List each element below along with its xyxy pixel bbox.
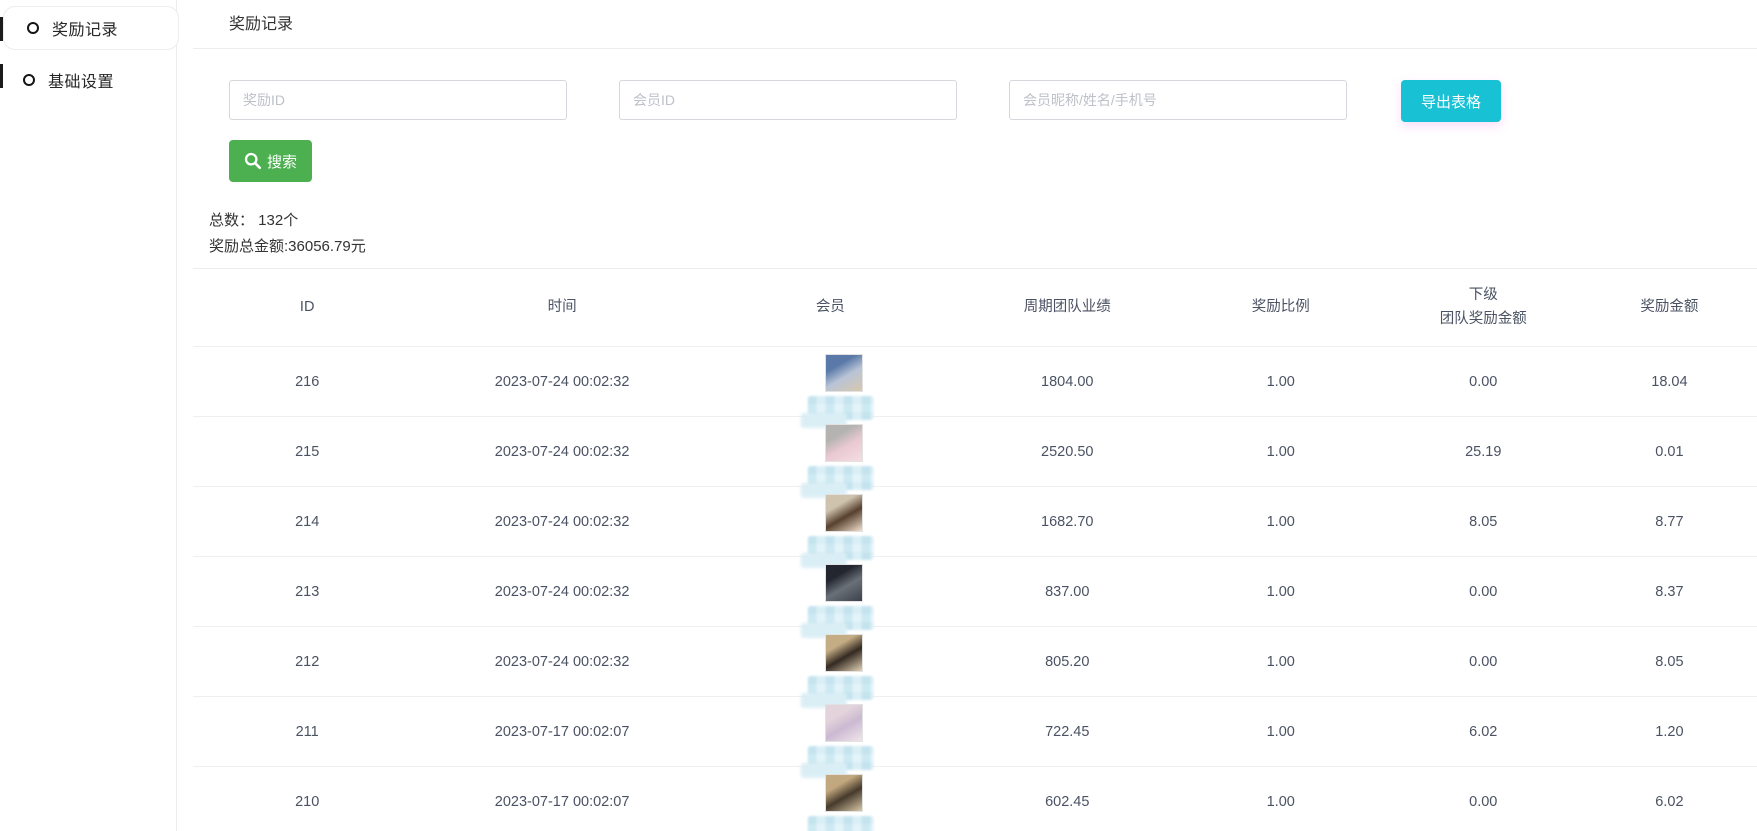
member-avatar[interactable] bbox=[825, 564, 863, 602]
col-header-team-performance: 周期团队业绩 bbox=[958, 269, 1177, 347]
col-header-member: 会员 bbox=[703, 269, 958, 347]
member-avatar[interactable] bbox=[825, 774, 863, 812]
member-avatar[interactable] bbox=[825, 424, 863, 462]
col-header-reward-amount: 奖励金额 bbox=[1582, 269, 1757, 347]
cell-member bbox=[703, 627, 958, 697]
cell-amount: 8.37 bbox=[1582, 557, 1757, 627]
cell-performance: 837.00 bbox=[958, 557, 1177, 627]
cell-performance: 1682.70 bbox=[958, 487, 1177, 557]
reward-id-input[interactable] bbox=[229, 80, 567, 120]
cell-amount: 6.02 bbox=[1582, 767, 1757, 831]
cell-id: 216 bbox=[193, 347, 421, 417]
cell-id: 210 bbox=[193, 767, 421, 831]
cell-performance: 722.45 bbox=[958, 697, 1177, 767]
cell-sub-amount: 0.00 bbox=[1385, 347, 1582, 417]
cell-amount: 18.04 bbox=[1582, 347, 1757, 417]
cell-id: 211 bbox=[193, 697, 421, 767]
cell-amount: 1.20 bbox=[1582, 697, 1757, 767]
cell-sub-amount: 0.00 bbox=[1385, 767, 1582, 831]
table-header-row: ID 时间 会员 周期团队业绩 奖励比例 下级 团队奖励金额 奖励金额 bbox=[193, 269, 1757, 347]
export-table-button[interactable]: 导出表格 bbox=[1401, 80, 1501, 122]
table-row: 210 2023-07-17 00:02:07 602.45 1.00 0.00… bbox=[193, 767, 1757, 831]
search-icon bbox=[244, 152, 262, 170]
table-row: 212 2023-07-24 00:02:32 805.20 1.00 0.00… bbox=[193, 627, 1757, 697]
member-avatar[interactable] bbox=[825, 354, 863, 392]
member-avatar[interactable] bbox=[825, 704, 863, 742]
cell-member bbox=[703, 557, 958, 627]
member-id-input[interactable] bbox=[619, 80, 957, 120]
cell-time: 2023-07-24 00:02:32 bbox=[421, 557, 703, 627]
sidebar-item-basic-settings[interactable]: 基础设置 bbox=[0, 58, 176, 102]
member-avatar[interactable] bbox=[825, 494, 863, 532]
member-info-input[interactable] bbox=[1009, 80, 1347, 120]
sidebar-item-reward-records[interactable]: 奖励记录 bbox=[3, 6, 179, 50]
circle-icon bbox=[27, 22, 39, 34]
cell-id: 215 bbox=[193, 417, 421, 487]
cell-member bbox=[703, 487, 958, 557]
cell-performance: 1804.00 bbox=[958, 347, 1177, 417]
cell-performance: 805.20 bbox=[958, 627, 1177, 697]
cell-member bbox=[703, 347, 958, 417]
summary-total-amount: 奖励总金额:36056.79元 bbox=[209, 234, 1757, 260]
search-button-label: 搜索 bbox=[267, 151, 297, 172]
filter-bar: 导出表格 bbox=[229, 80, 1757, 122]
main-content: 奖励记录 导出表格 搜索 总数： 132个 奖励总金额:36056.79元 bbox=[177, 0, 1757, 831]
cell-member bbox=[703, 767, 958, 831]
cell-sub-amount: 0.00 bbox=[1385, 557, 1582, 627]
rewards-table-wrap: ID 时间 会员 周期团队业绩 奖励比例 下级 团队奖励金额 奖励金额 216 … bbox=[193, 268, 1757, 831]
cell-time: 2023-07-24 00:02:32 bbox=[421, 417, 703, 487]
rewards-table: ID 时间 会员 周期团队业绩 奖励比例 下级 团队奖励金额 奖励金额 216 … bbox=[193, 268, 1757, 831]
cell-sub-amount: 8.05 bbox=[1385, 487, 1582, 557]
cell-member bbox=[703, 697, 958, 767]
cell-ratio: 1.00 bbox=[1177, 487, 1385, 557]
circle-icon bbox=[23, 74, 35, 86]
cell-amount: 8.05 bbox=[1582, 627, 1757, 697]
censored-member-name bbox=[808, 816, 874, 831]
sidebar-item-label: 奖励记录 bbox=[52, 16, 118, 40]
cell-time: 2023-07-17 00:02:07 bbox=[421, 697, 703, 767]
cell-id: 213 bbox=[193, 557, 421, 627]
cell-ratio: 1.00 bbox=[1177, 417, 1385, 487]
search-row: 搜索 bbox=[229, 140, 1757, 182]
col-header-reward-ratio: 奖励比例 bbox=[1177, 269, 1385, 347]
cell-member bbox=[703, 417, 958, 487]
search-button[interactable]: 搜索 bbox=[229, 140, 312, 182]
col-header-time: 时间 bbox=[421, 269, 703, 347]
cell-amount: 8.77 bbox=[1582, 487, 1757, 557]
cell-ratio: 1.00 bbox=[1177, 627, 1385, 697]
cell-ratio: 1.00 bbox=[1177, 697, 1385, 767]
table-row: 213 2023-07-24 00:02:32 837.00 1.00 0.00… bbox=[193, 557, 1757, 627]
summary-total-count: 总数： 132个 bbox=[209, 208, 1757, 234]
page-title: 奖励记录 bbox=[193, 0, 1757, 49]
cell-time: 2023-07-24 00:02:32 bbox=[421, 627, 703, 697]
table-row: 216 2023-07-24 00:02:32 1804.00 1.00 0.0… bbox=[193, 347, 1757, 417]
col-header-id: ID bbox=[193, 269, 421, 347]
cell-ratio: 1.00 bbox=[1177, 557, 1385, 627]
sidebar-item-label: 基础设置 bbox=[48, 68, 114, 92]
cell-performance: 2520.50 bbox=[958, 417, 1177, 487]
cell-time: 2023-07-24 00:02:32 bbox=[421, 347, 703, 417]
cell-id: 214 bbox=[193, 487, 421, 557]
cell-ratio: 1.00 bbox=[1177, 347, 1385, 417]
cell-time: 2023-07-17 00:02:07 bbox=[421, 767, 703, 831]
cell-sub-amount: 0.00 bbox=[1385, 627, 1582, 697]
cell-sub-amount: 6.02 bbox=[1385, 697, 1582, 767]
table-row: 211 2023-07-17 00:02:07 722.45 1.00 6.02… bbox=[193, 697, 1757, 767]
cell-time: 2023-07-24 00:02:32 bbox=[421, 487, 703, 557]
col-header-sub-team-amount: 下级 团队奖励金额 bbox=[1385, 269, 1582, 347]
background-window-artifact bbox=[0, 64, 3, 88]
cell-id: 212 bbox=[193, 627, 421, 697]
table-row: 214 2023-07-24 00:02:32 1682.70 1.00 8.0… bbox=[193, 487, 1757, 557]
cell-performance: 602.45 bbox=[958, 767, 1177, 831]
summary-block: 总数： 132个 奖励总金额:36056.79元 bbox=[209, 208, 1757, 260]
sidebar: 奖励记录 基础设置 bbox=[0, 0, 177, 831]
cell-amount: 0.01 bbox=[1582, 417, 1757, 487]
cell-ratio: 1.00 bbox=[1177, 767, 1385, 831]
cell-sub-amount: 25.19 bbox=[1385, 417, 1582, 487]
member-avatar[interactable] bbox=[825, 634, 863, 672]
table-row: 215 2023-07-24 00:02:32 2520.50 1.00 25.… bbox=[193, 417, 1757, 487]
